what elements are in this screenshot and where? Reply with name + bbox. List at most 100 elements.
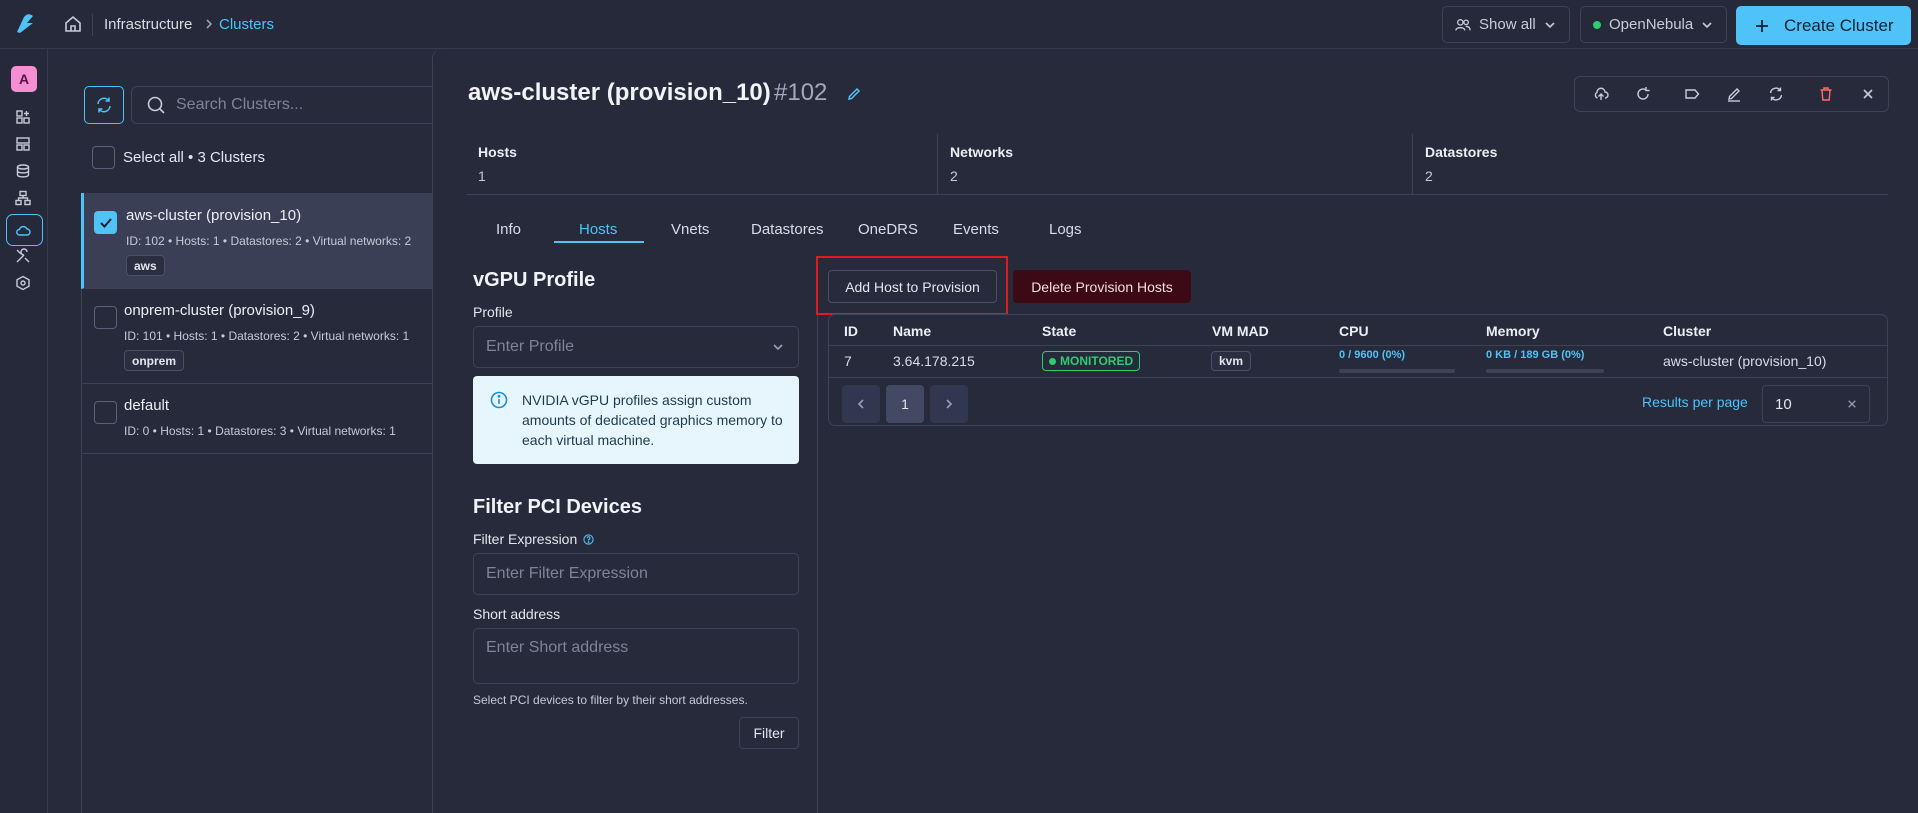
profile-label: Profile: [473, 304, 513, 320]
filter-expression-input[interactable]: Enter Filter Expression: [473, 553, 799, 595]
filter-expression-placeholder: Enter Filter Expression: [486, 565, 648, 582]
create-cluster-label: Create Cluster: [1784, 15, 1894, 35]
detail-id: #102: [774, 79, 828, 106]
cloud-icon[interactable]: [15, 222, 31, 238]
filter-expression-label: Filter Expression: [473, 531, 578, 547]
zone-selector[interactable]: OpenNebula: [1580, 6, 1727, 43]
column-header[interactable]: Memory: [1486, 323, 1540, 339]
cluster-tag: aws: [126, 255, 165, 276]
cluster-meta: ID: 102 • Hosts: 1 • Datastores: 2 • Vir…: [126, 234, 412, 248]
chevron-left-icon: [857, 399, 864, 409]
cpu-usage-text: 0 / 9600 (0%): [1339, 349, 1406, 361]
reload-icon[interactable]: [1635, 86, 1651, 102]
settings-cube-icon[interactable]: [15, 275, 31, 291]
column-divider: [817, 256, 818, 813]
cluster-card-aws[interactable]: aws-cluster (provision_10) ID: 102 • Hos…: [81, 193, 441, 289]
search-input[interactable]: Search Clusters...: [131, 86, 441, 124]
opennebula-logo[interactable]: [14, 13, 36, 35]
delete-trash-icon[interactable]: [1818, 86, 1834, 102]
results-per-page-value: 10: [1775, 395, 1792, 413]
add-host-button[interactable]: Add Host to Provision: [828, 270, 997, 303]
select-all-checkbox[interactable]: [92, 146, 115, 169]
filter-button[interactable]: Filter: [739, 717, 799, 749]
tab-hosts[interactable]: Hosts: [579, 221, 617, 238]
edit-icon[interactable]: [1726, 86, 1742, 102]
results-per-page-select[interactable]: 10: [1762, 385, 1870, 423]
chevron-down-icon: [1702, 21, 1712, 28]
column-header[interactable]: CPU: [1339, 323, 1369, 339]
hosts-table: ID Name State VM MAD CPU Memory Cluster …: [828, 314, 1888, 426]
tab-logs[interactable]: Logs: [1049, 221, 1082, 238]
tab-vnets[interactable]: Vnets: [671, 221, 709, 238]
rename-pencil-icon[interactable]: [846, 86, 862, 102]
vgpu-info-text: NVIDIA vGPU profiles assign custom amoun…: [522, 392, 783, 448]
prev-page-button[interactable]: [842, 385, 880, 423]
tab-datastores[interactable]: Datastores: [751, 221, 824, 238]
cluster-checkbox-onprem[interactable]: [94, 306, 117, 329]
short-address-label: Short address: [473, 606, 561, 622]
row-divider: [829, 377, 1887, 378]
dashboard-icon[interactable]: [15, 109, 31, 125]
breadcrumb-clusters[interactable]: Clusters: [219, 16, 274, 33]
tab-onedrs[interactable]: OneDRS: [858, 221, 918, 238]
stat-label: Networks: [950, 144, 1014, 160]
close-icon[interactable]: [1860, 86, 1876, 102]
next-page-button[interactable]: [930, 385, 968, 423]
profile-placeholder: Enter Profile: [486, 338, 575, 355]
tab-info[interactable]: Info: [496, 221, 521, 238]
chevron-right-icon: [946, 399, 953, 409]
network-icon[interactable]: [15, 190, 31, 206]
zone-label: OpenNebula: [1609, 16, 1694, 33]
storage-icon[interactable]: [15, 163, 31, 179]
label-tag-icon[interactable]: [1684, 86, 1700, 102]
home-icon[interactable]: [63, 14, 83, 34]
cluster-name: aws-cluster (provision_10): [126, 207, 302, 224]
stat-label: Datastores: [1425, 144, 1498, 160]
cluster-meta: ID: 0 • Hosts: 1 • Datastores: 3 • Virtu…: [124, 424, 396, 438]
chevron-right-icon: [203, 18, 215, 30]
avatar[interactable]: A: [11, 66, 37, 92]
memory-usage-bar: [1486, 369, 1604, 373]
host-id[interactable]: 7: [844, 353, 852, 369]
show-all-button[interactable]: Show all: [1442, 6, 1570, 43]
host-name[interactable]: 3.64.178.215: [893, 353, 975, 369]
vm-mad-badge: kvm: [1211, 351, 1252, 371]
pci-heading: Filter PCI Devices: [473, 496, 642, 518]
short-address-input[interactable]: Enter Short address: [473, 628, 799, 684]
info-icon: [490, 391, 508, 409]
tools-icon[interactable]: [15, 248, 31, 264]
results-per-page-label: Results per page: [1642, 394, 1748, 410]
tab-events[interactable]: Events: [953, 221, 999, 238]
cluster-checkbox-default[interactable]: [94, 401, 117, 424]
clear-icon[interactable]: [1847, 399, 1857, 409]
column-header[interactable]: Cluster: [1663, 323, 1711, 339]
refresh-button[interactable]: [84, 86, 124, 124]
column-header[interactable]: Name: [893, 323, 931, 339]
create-cluster-button[interactable]: Create Cluster: [1736, 6, 1911, 45]
select-all-label: Select all • 3 Clusters: [123, 149, 265, 166]
host-cluster[interactable]: aws-cluster (provision_10): [1663, 353, 1826, 369]
column-header[interactable]: State: [1042, 323, 1076, 339]
delete-provision-hosts-button[interactable]: Delete Provision Hosts: [1013, 270, 1191, 303]
cloud-upload-icon[interactable]: [1593, 86, 1609, 102]
search-placeholder: Search Clusters...: [176, 96, 304, 113]
column-header[interactable]: VM MAD: [1212, 323, 1269, 339]
status-badge: MONITORED: [1042, 351, 1141, 371]
cluster-checkbox-aws[interactable]: [94, 211, 117, 234]
sync-icon[interactable]: [1768, 86, 1784, 102]
profile-select[interactable]: Enter Profile: [473, 326, 799, 368]
cluster-card-default[interactable]: default ID: 0 • Hosts: 1 • Datastores: 3…: [81, 384, 441, 454]
page-number[interactable]: 1: [886, 385, 924, 423]
cluster-name: default: [124, 397, 170, 414]
help-icon[interactable]: [583, 533, 594, 545]
stat-hosts: Hosts 1: [466, 134, 936, 195]
vgpu-heading: vGPU Profile: [473, 269, 596, 291]
cluster-tag: onprem: [124, 350, 185, 371]
column-header[interactable]: ID: [844, 323, 858, 339]
zone-status-dot: [1593, 20, 1601, 29]
breadcrumb-infrastructure[interactable]: Infrastructure: [104, 16, 192, 33]
search-icon: [147, 96, 165, 114]
cluster-card-onprem[interactable]: onprem-cluster (provision_9) ID: 101 • H…: [81, 289, 441, 384]
templates-icon[interactable]: [15, 136, 31, 152]
chevron-down-icon: [1545, 21, 1555, 28]
